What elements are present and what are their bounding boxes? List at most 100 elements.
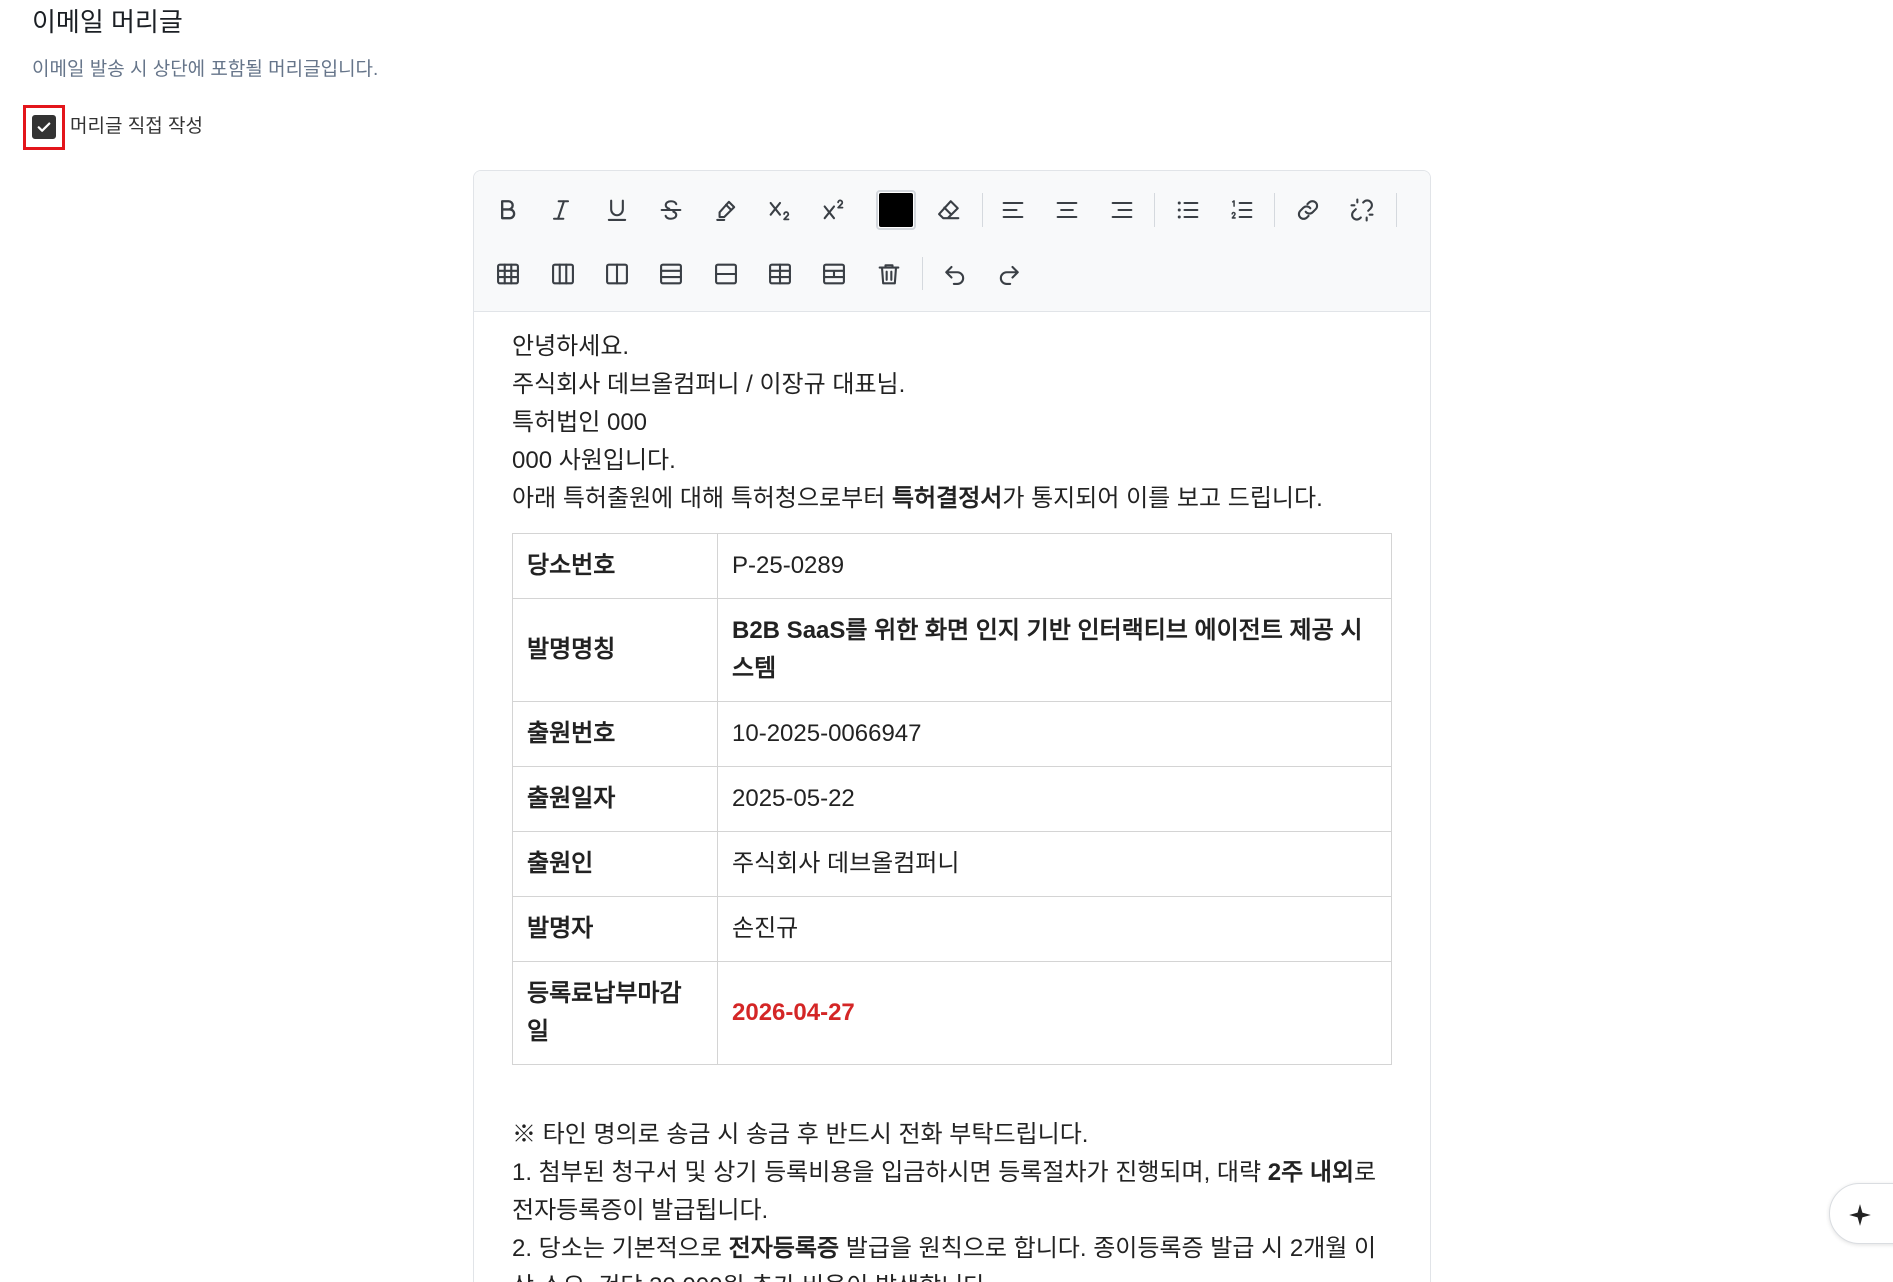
- field-label: 출원일자: [512, 766, 718, 832]
- insert-table-button[interactable]: [486, 252, 530, 296]
- unlink-button[interactable]: [1340, 188, 1384, 232]
- table-row: 등록료납부마감일 2026-04-27: [512, 961, 1392, 1065]
- field-value: 손진규: [717, 896, 1392, 962]
- field-label: 발명명칭: [512, 598, 718, 702]
- table-row: 출원일자 2025-05-22: [512, 766, 1392, 832]
- assistant-button-clip: [1826, 1180, 1893, 1250]
- align-right-button[interactable]: [1100, 188, 1144, 232]
- custom-header-checkbox[interactable]: [32, 115, 56, 139]
- note-line: ※ 타인 명의로 송금 시 송금 후 반드시 전화 부탁드립니다.: [512, 1121, 1089, 1148]
- table-row: 출원번호 10-2025-0066947: [512, 701, 1392, 767]
- redo-icon: [999, 265, 1019, 285]
- align-right-icon: [1111, 201, 1133, 219]
- assistant-button[interactable]: [1829, 1183, 1893, 1244]
- sparkle-icon: [1849, 1204, 1871, 1226]
- check-icon: [37, 122, 51, 132]
- bold-icon: [501, 200, 516, 220]
- highlight-button[interactable]: [704, 188, 748, 232]
- field-label: 출원번호: [512, 701, 718, 767]
- link-icon: [1297, 200, 1319, 220]
- intro-text: 아래 특허출원에 대해 특허청으로부터: [512, 485, 892, 512]
- unlink-icon: [1350, 198, 1374, 222]
- delete-column-icon: [606, 263, 628, 285]
- text-color-button[interactable]: [876, 190, 916, 230]
- recipient-line: 주식회사 데브올컴퍼니 / 이장규 대표님.: [512, 371, 906, 398]
- section-description: 이메일 발송 시 상단에 포함될 머리글입니다.: [32, 59, 379, 80]
- numbered-list-icon: [1231, 200, 1253, 219]
- notes-section: ※ 타인 명의로 송금 시 송금 후 반드시 전화 부탁드립니다. 1. 첨부된…: [512, 1116, 1392, 1282]
- note-line: 2. 당소는 기본적으로 전자등록증 발급을 원칙으로 합니다. 종이등록증 발…: [512, 1230, 1392, 1282]
- field-label: 등록료납부마감일: [512, 961, 718, 1065]
- numbered-list-button[interactable]: [1220, 188, 1264, 232]
- subscript-icon: [769, 201, 790, 221]
- italic-icon: [552, 200, 570, 220]
- redo-button[interactable]: [987, 252, 1031, 296]
- toolbar-divider: [1396, 193, 1397, 227]
- clear-format-button[interactable]: [927, 188, 971, 232]
- strikethrough-icon: [660, 200, 682, 220]
- toolbar-divider: [1274, 193, 1275, 227]
- intro-bold-text: 특허결정서: [891, 485, 1003, 512]
- field-value: B2B SaaS를 위한 화면 인지 기반 인터랙티브 에이전트 제공 시스템: [717, 598, 1392, 702]
- undo-button[interactable]: [933, 252, 977, 296]
- underline-button[interactable]: [595, 188, 639, 232]
- field-value: 주식회사 데브올컴퍼니: [717, 831, 1392, 897]
- split-cell-icon: [823, 263, 845, 285]
- delete-row-button[interactable]: [704, 252, 748, 296]
- note-text: 2. 당소는 기본적으로: [512, 1235, 729, 1262]
- align-left-icon: [1002, 201, 1024, 219]
- note-text: 1. 첨부된 청구서 및 상기 등록비용을 입금하시면 등록절차가 진행되며, …: [512, 1159, 1268, 1186]
- text-color-swatch: [879, 193, 913, 227]
- align-center-icon: [1056, 201, 1078, 219]
- link-button[interactable]: [1286, 188, 1330, 232]
- align-left-button[interactable]: [991, 188, 1035, 232]
- subscript-button[interactable]: [758, 188, 802, 232]
- superscript-button[interactable]: [812, 188, 856, 232]
- toolbar-divider: [982, 193, 983, 227]
- highlight-icon: [716, 200, 736, 221]
- italic-button[interactable]: [539, 188, 583, 232]
- editor-content[interactable]: 안녕하세요. 주식회사 데브올컴퍼니 / 이장규 대표님. 특허법인 000 0…: [474, 312, 1430, 1282]
- merge-cells-button[interactable]: [758, 252, 802, 296]
- intro-line: 아래 특허출원에 대해 특허청으로부터 특허결정서가 통지되어 이를 보고 드립…: [512, 480, 1392, 518]
- firm-line: 특허법인 000: [512, 409, 648, 436]
- field-label: 발명자: [512, 896, 718, 962]
- table-row: 발명명칭 B2B SaaS를 위한 화면 인지 기반 인터랙티브 에이전트 제공…: [512, 598, 1392, 702]
- section-title: 이메일 머리글: [32, 7, 183, 37]
- table-row: 당소번호 P-25-0289: [512, 533, 1392, 599]
- undo-icon: [945, 265, 965, 285]
- toolbar-divider: [922, 257, 923, 290]
- bullet-list-button[interactable]: [1166, 188, 1210, 232]
- bullet-list-icon: [1177, 201, 1199, 219]
- deadline-value: 2026-04-27: [717, 961, 1392, 1065]
- note-bold-text: 전자등록증: [728, 1235, 840, 1262]
- strikethrough-button[interactable]: [649, 188, 693, 232]
- editor-toolbar: [474, 171, 1430, 312]
- intro-text-end: 가 통지되어 이를 보고 드립니다.: [1002, 485, 1323, 512]
- custom-header-label[interactable]: 머리글 직접 작성: [70, 115, 203, 139]
- field-value: 2025-05-22: [717, 766, 1392, 832]
- merge-cells-icon: [769, 263, 791, 285]
- add-row-button[interactable]: [649, 252, 693, 296]
- checkbox-highlight: [23, 105, 65, 150]
- delete-row-icon: [715, 263, 737, 285]
- add-row-icon: [660, 263, 682, 285]
- delete-column-button[interactable]: [595, 252, 639, 296]
- add-column-icon: [552, 263, 574, 285]
- field-value: 10-2025-0066947: [717, 701, 1392, 767]
- delete-table-icon: [878, 264, 900, 285]
- field-label: 출원인: [512, 831, 718, 897]
- sender-line: 000 사원입니다.: [512, 447, 676, 474]
- table-row: 출원인 주식회사 데브올컴퍼니: [512, 831, 1392, 897]
- bold-button[interactable]: [486, 188, 530, 232]
- superscript-icon: [823, 199, 844, 220]
- note-line: 1. 첨부된 청구서 및 상기 등록비용을 입금하시면 등록절차가 진행되며, …: [512, 1154, 1392, 1230]
- split-cell-button[interactable]: [812, 252, 856, 296]
- toolbar-divider: [1154, 193, 1155, 227]
- patent-info-table: 당소번호 P-25-0289 발명명칭 B2B SaaS를 위한 화면 인지 기…: [512, 533, 1392, 1065]
- delete-table-button[interactable]: [867, 252, 911, 296]
- align-center-button[interactable]: [1045, 188, 1089, 232]
- rich-text-editor: 안녕하세요. 주식회사 데브올컴퍼니 / 이장규 대표님. 특허법인 000 0…: [473, 170, 1431, 1282]
- table-row: 발명자 손진규: [512, 896, 1392, 962]
- add-column-button[interactable]: [541, 252, 585, 296]
